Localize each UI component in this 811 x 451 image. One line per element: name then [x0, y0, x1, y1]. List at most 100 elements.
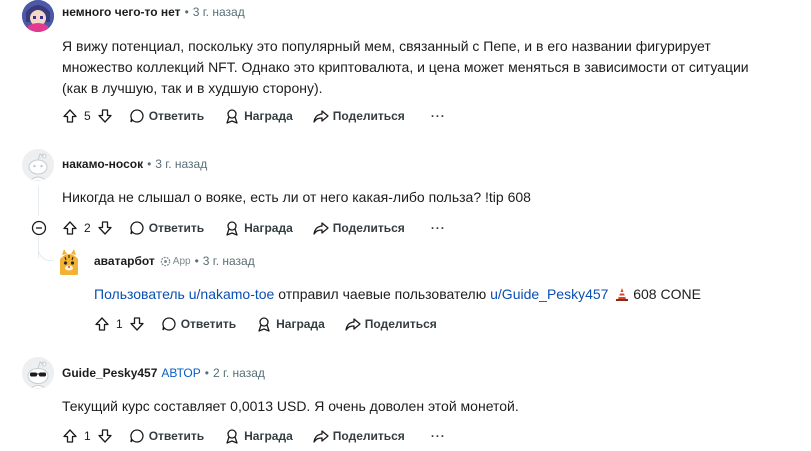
- tip-amount: 608 CONE: [629, 286, 701, 302]
- award-icon: [256, 316, 272, 332]
- comment-actions: 1 Ответить Награда Поделиться: [94, 312, 457, 336]
- reply-button[interactable]: Ответить: [161, 316, 236, 332]
- avatar[interactable]: [22, 357, 54, 389]
- more-options-button[interactable]: ···: [431, 109, 446, 123]
- downvote-icon[interactable]: [97, 108, 113, 124]
- reply-button[interactable]: Ответить: [129, 220, 204, 236]
- comment-time[interactable]: 3 г. назад: [155, 157, 207, 171]
- separator-dot: •: [194, 254, 199, 268]
- downvote-icon[interactable]: [97, 428, 113, 444]
- award-label: Награда: [244, 221, 293, 235]
- comment-bubble-icon: [161, 316, 177, 332]
- reply-label: Ответить: [148, 429, 205, 443]
- share-arrow-icon: [313, 428, 329, 444]
- reply-label: Ответить: [180, 317, 237, 331]
- downvote-icon[interactable]: [97, 220, 113, 236]
- upvote-icon[interactable]: [62, 220, 78, 236]
- more-options-icon: ···: [430, 221, 446, 235]
- award-button[interactable]: Награда: [224, 220, 293, 236]
- default-snoo-icon: [22, 149, 54, 181]
- comment-actions: 2 Ответить Награда Поделиться ···: [62, 216, 466, 240]
- op-badge: АВТОР: [161, 366, 201, 380]
- vote-count: 2: [84, 221, 91, 235]
- vote-group: 1: [62, 428, 113, 444]
- award-icon: [224, 108, 240, 124]
- comment-bubble-icon: [129, 428, 145, 444]
- award-label: Награда: [244, 429, 293, 443]
- tip-text: отправил чаевые пользователю: [274, 286, 491, 302]
- comment-body: Пользователь u/nakamo-toe отправил чаевы…: [94, 284, 784, 307]
- share-arrow-icon: [313, 220, 329, 236]
- comment-author[interactable]: Guide_Pesky457: [62, 366, 157, 380]
- share-button[interactable]: Поделиться: [345, 316, 437, 332]
- app-label: App: [172, 255, 191, 267]
- tiger-avatar-icon: [53, 245, 85, 277]
- share-arrow-icon: [345, 316, 361, 332]
- vote-group: 5: [62, 108, 113, 124]
- vote-count: 1: [116, 317, 123, 331]
- share-button[interactable]: Поделиться: [313, 108, 405, 124]
- award-label: Награда: [276, 317, 325, 331]
- vote-group: 2: [62, 220, 113, 236]
- comment-actions: 1 Ответить Награда Поделиться ···: [62, 424, 466, 448]
- comment-author[interactable]: аватарбот: [94, 254, 155, 268]
- award-button[interactable]: Награда: [224, 108, 293, 124]
- award-label: Награда: [244, 109, 293, 123]
- more-options-button[interactable]: ···: [431, 429, 446, 443]
- separator-dot: •: [204, 366, 209, 380]
- comment-time[interactable]: 3 г. назад: [193, 5, 245, 19]
- separator-dot: •: [147, 157, 152, 171]
- share-label: Поделиться: [332, 429, 405, 443]
- comment-body: Текущий курс составляет 0,0013 USD. Я оч…: [62, 398, 519, 414]
- downvote-icon[interactable]: [129, 316, 145, 332]
- comment-author[interactable]: немного чего-то нет: [62, 5, 181, 19]
- award-icon: [224, 220, 240, 236]
- vote-group: 1: [94, 316, 145, 332]
- comment-bubble-icon: [129, 108, 145, 124]
- comment-meta: накамо-носок • 3 г. назад: [62, 157, 207, 171]
- cone-icon: [615, 286, 629, 307]
- app-badge: App: [160, 256, 191, 267]
- app-gear-icon: [160, 256, 171, 266]
- reply-button[interactable]: Ответить: [129, 428, 204, 444]
- thread-line-2: [38, 186, 39, 216]
- avatar[interactable]: [53, 245, 85, 277]
- vote-count: 5: [84, 109, 91, 123]
- award-button[interactable]: Награда: [224, 428, 293, 444]
- reply-button[interactable]: Ответить: [129, 108, 204, 124]
- more-options-button[interactable]: ···: [431, 221, 446, 235]
- user-link-guide-pesky[interactable]: u/Guide_Pesky457: [490, 286, 608, 302]
- snoo-sunglasses-icon: [22, 357, 54, 389]
- share-button[interactable]: Поделиться: [313, 428, 405, 444]
- comment-meta: немного чего-то нет • 3 г. назад: [62, 5, 245, 19]
- upvote-icon[interactable]: [62, 108, 78, 124]
- share-arrow-icon: [313, 108, 329, 124]
- collapse-thread-button[interactable]: [31, 220, 47, 236]
- avatar[interactable]: [22, 0, 54, 32]
- share-button[interactable]: Поделиться: [313, 220, 405, 236]
- comment-body: Никогда не слышал о вояке, есть ли от не…: [62, 189, 531, 205]
- comment-meta: Guide_Pesky457 АВТОР • 2 г. назад: [62, 366, 265, 380]
- share-label: Поделиться: [364, 317, 437, 331]
- user-link-nakamo-toe[interactable]: Пользователь u/nakamo-toe: [94, 286, 274, 302]
- comment-time[interactable]: 2 г. назад: [213, 366, 265, 380]
- award-icon: [224, 428, 240, 444]
- more-options-icon: ···: [430, 429, 446, 443]
- vote-count: 1: [84, 429, 91, 443]
- comment-body: Я вижу потенциал, поскольку это популярн…: [62, 38, 749, 96]
- reply-label: Ответить: [148, 221, 205, 235]
- avatar-anime-icon: [22, 0, 54, 32]
- reply-label: Ответить: [148, 109, 205, 123]
- comment-bubble-icon: [129, 220, 145, 236]
- award-button[interactable]: Награда: [256, 316, 325, 332]
- comment-actions: 5 Ответить Награда Поделиться ···: [62, 104, 466, 128]
- avatar[interactable]: [22, 149, 54, 181]
- share-label: Поделиться: [332, 109, 405, 123]
- separator-dot: •: [184, 5, 189, 19]
- upvote-icon[interactable]: [94, 316, 110, 332]
- share-label: Поделиться: [332, 221, 405, 235]
- comment-time[interactable]: 3 г. назад: [203, 254, 255, 268]
- collapse-minus-icon: [31, 220, 47, 236]
- upvote-icon[interactable]: [62, 428, 78, 444]
- comment-author[interactable]: накамо-носок: [62, 157, 143, 171]
